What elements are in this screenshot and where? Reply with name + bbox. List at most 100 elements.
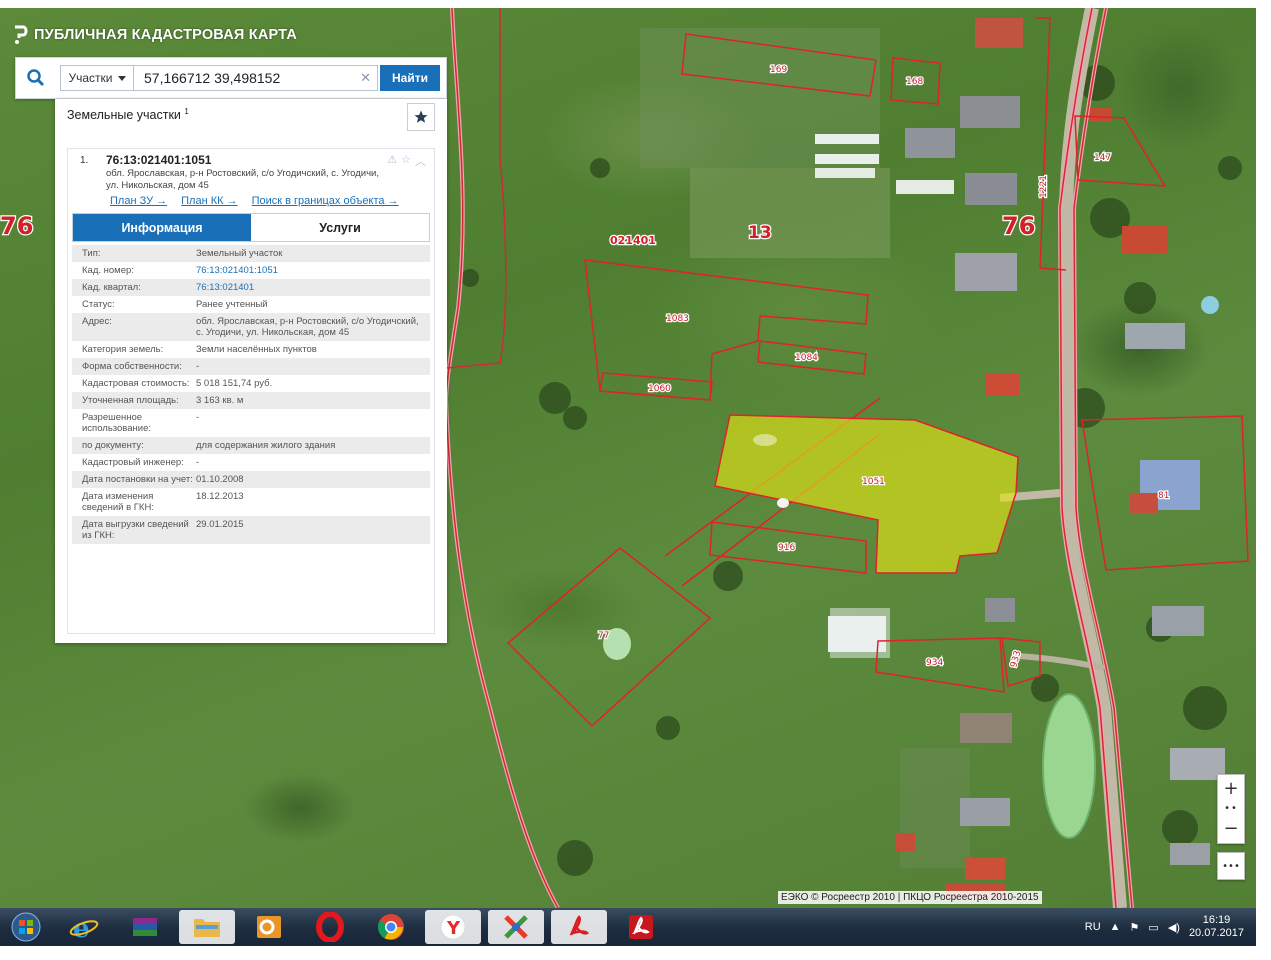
parcel-number-label[interactable]: 168 (905, 76, 925, 89)
windows-taskbar: e Y RU ▲ ⚑ ▭ ◀) 16:19 20.07.2017 (0, 908, 1256, 946)
tab-services[interactable]: Услуги (251, 214, 429, 241)
search-in-bounds-link[interactable]: Поиск в границах объекта → (252, 195, 399, 207)
taskbar-internet-explorer[interactable]: e (57, 909, 111, 945)
folder-icon (194, 919, 220, 937)
greenhouse (815, 154, 879, 164)
taskbar-acrobat[interactable] (614, 909, 668, 945)
clock-date: 20.07.2017 (1188, 927, 1244, 939)
info-row: Форма собственности: - (72, 358, 430, 375)
search-button[interactable] (16, 58, 56, 98)
star-outline-icon[interactable]: ☆ (401, 153, 411, 169)
greenhouse (896, 180, 954, 194)
network-icon[interactable]: ▭ (1148, 921, 1158, 934)
info-row: Дата изменения сведений в ГКН: 18.12.2013 (72, 488, 430, 516)
yandex-browser-icon: Y (440, 914, 466, 940)
star-icon (414, 110, 428, 123)
info-value[interactable]: 76:13:021401 (196, 282, 424, 293)
parcel-number-label[interactable]: 1060 (647, 383, 673, 396)
logo-icon (15, 25, 28, 44)
info-row: по документу: для содержания жилого здани… (72, 437, 430, 454)
parcel-number-label[interactable]: 81 (1157, 490, 1171, 503)
info-key: Уточненная площадь: (82, 395, 179, 406)
info-value: Ранее учтенный (196, 299, 268, 310)
acrobat-reader-icon (569, 915, 590, 936)
info-row: Дата выгрузки сведений из ГКН: 29.01.2015 (72, 516, 430, 544)
find-button[interactable]: Найти (380, 65, 440, 91)
info-row: Дата постановки на учет: 01.10.2008 (72, 471, 430, 488)
parcel-number-label[interactable]: 169 (769, 64, 789, 77)
plan-kk-link[interactable]: План КК → (181, 195, 237, 207)
xnview-icon (504, 915, 528, 939)
zoom-in-button[interactable]: + (1218, 775, 1244, 801)
more-controls: ••• (1217, 852, 1245, 880)
result-links: План ЗУ → План КК → Поиск в границах объ… (110, 195, 399, 207)
language-indicator[interactable]: RU (1085, 921, 1101, 933)
search-input[interactable]: 57,166712 39,498152 ✕ (134, 65, 378, 91)
info-row: Тип: Земельный участок (72, 245, 430, 262)
clock[interactable]: 16:19 20.07.2017 (1189, 914, 1244, 940)
info-value: Земли населённых пунктов (196, 344, 317, 355)
system-tray: RU ▲ ⚑ ▭ ◀) 16:19 20.07.2017 (1085, 908, 1244, 946)
more-button[interactable]: ••• (1218, 853, 1244, 879)
results-panel: Земельные участки 1 1. 76:13:021401:1051… (55, 99, 447, 643)
info-key: Адрес: (82, 316, 112, 327)
svg-text:Y: Y (446, 918, 461, 939)
greenhouse (815, 168, 875, 178)
clock-time: 16:19 (1202, 914, 1231, 926)
tab-info[interactable]: Информация (73, 214, 251, 241)
taskbar-chrome[interactable] (364, 909, 418, 945)
info-key: Дата изменения сведений в ГКН: (82, 491, 154, 513)
start-button[interactable] (2, 909, 50, 945)
object-type-select[interactable]: Участки (60, 65, 134, 91)
parcel-number-label[interactable]: 916 (777, 542, 797, 555)
taskbar-yandex-browser[interactable]: Y (425, 910, 481, 944)
collapse-icon[interactable]: ︿ (415, 153, 426, 169)
taskbar-opera[interactable] (303, 909, 357, 945)
taskbar-xnview[interactable] (488, 910, 544, 944)
result-cadastral-number[interactable]: 76:13:021401:1051 (106, 153, 211, 167)
zoom-out-button[interactable]: − (1218, 815, 1244, 841)
info-key: Статус: (82, 299, 115, 310)
region-label-left: 76 (0, 212, 33, 240)
info-key: Тип: (82, 248, 101, 259)
parcel-number-label[interactable]: 934 (925, 657, 945, 670)
info-row: Кадастровый инженер: - (72, 454, 430, 471)
parcel-number-label[interactable]: 77 (597, 630, 611, 643)
taskbar-acrobat-reader[interactable] (551, 910, 607, 944)
favorite-button[interactable] (407, 103, 435, 131)
parcel-number-label[interactable]: 1051 (861, 476, 886, 489)
parcel-number-label[interactable]: 1083 (665, 313, 690, 326)
action-center-flag-icon[interactable]: ⚑ (1130, 921, 1140, 934)
info-value: - (196, 361, 200, 372)
winrar-icon (133, 918, 157, 936)
district-label: 13 (748, 223, 772, 243)
tray-expand-icon[interactable]: ▲ (1110, 921, 1121, 933)
info-row: Кадастровая стоимость: 5 018 151,74 руб. (72, 375, 430, 392)
clear-icon[interactable]: ✕ (360, 70, 371, 86)
info-value: 29.01.2015 (196, 519, 244, 530)
volume-icon[interactable]: ◀) (1168, 921, 1180, 934)
taskbar-outlook[interactable] (242, 909, 296, 945)
taskbar-winrar[interactable] (118, 909, 172, 945)
info-key: Дата постановки на учет: (82, 474, 193, 485)
info-value: - (196, 457, 200, 468)
parcel-number-label[interactable]: 933 (1008, 648, 1025, 670)
zoom-level-indicator[interactable]: •• (1218, 801, 1244, 815)
info-row: Кад. номер: 76:13:021401:1051 (72, 262, 430, 279)
info-key: Кадастровая стоимость: (82, 378, 190, 389)
info-value[interactable]: 76:13:021401:1051 (196, 265, 424, 276)
app-header: ПУБЛИЧНАЯ КАДАСТРОВАЯ КАРТА (12, 22, 297, 48)
internet-explorer-icon: e (69, 914, 99, 942)
region-label-right: 76 (1002, 212, 1035, 240)
parcel-number-label[interactable]: 1221 (1038, 174, 1051, 199)
result-card: 1. 76:13:021401:1051 обл. Ярославская, р… (67, 148, 435, 634)
warning-icon[interactable]: ⚠ (387, 153, 397, 169)
parcel-number-label[interactable]: 147 (1093, 152, 1113, 165)
plan-zu-link[interactable]: План ЗУ → (110, 195, 167, 207)
taskbar-file-explorer[interactable] (179, 910, 235, 944)
acrobat-icon (629, 915, 653, 939)
parcel-number-label[interactable]: 1084 (794, 352, 820, 365)
svg-text:e: e (73, 914, 90, 942)
info-key: Категория земель: (82, 344, 164, 355)
info-value: 18.12.2013 (196, 491, 244, 502)
